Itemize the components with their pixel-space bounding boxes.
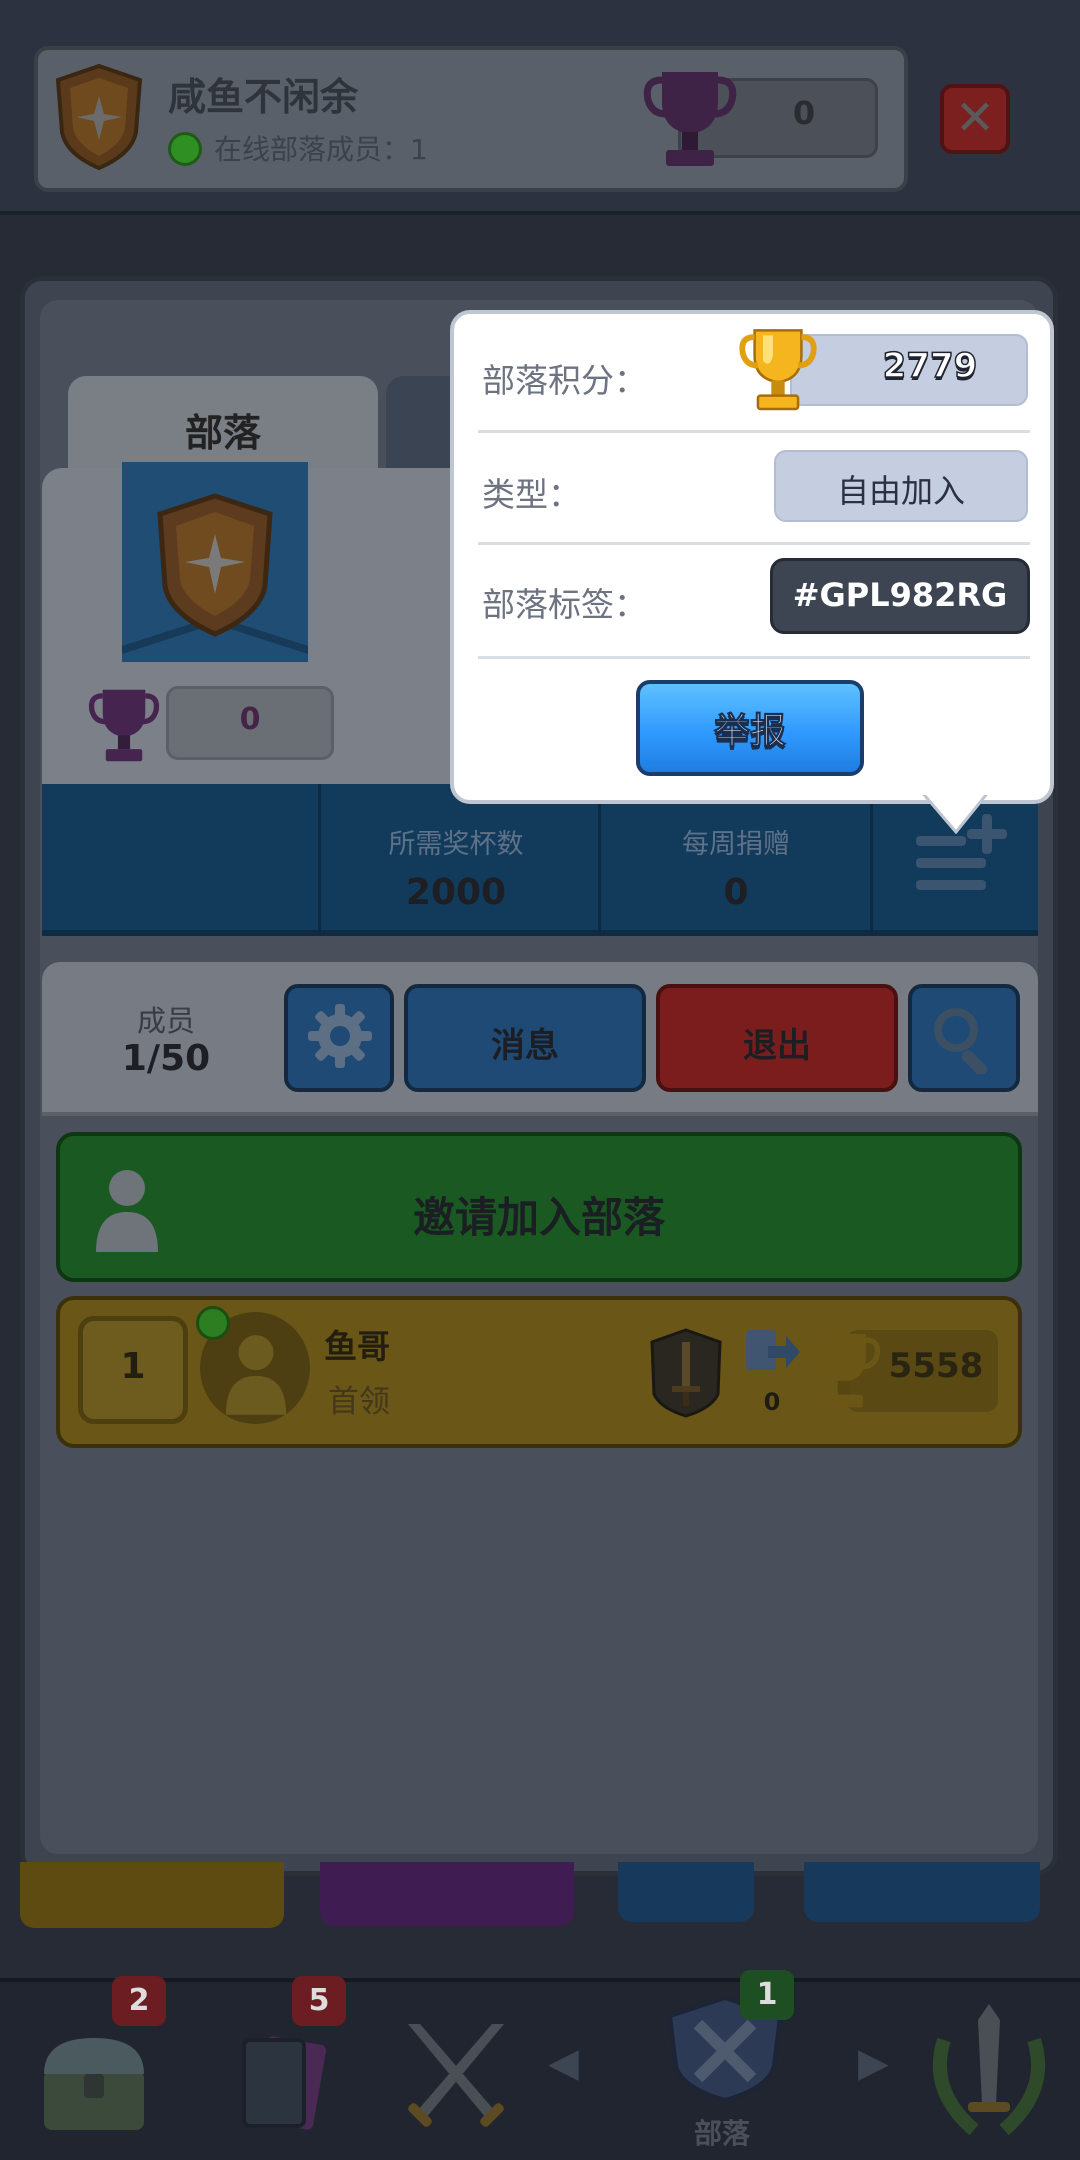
nav-battle[interactable] — [380, 1990, 530, 2156]
gold-trophy-icon — [807, 1333, 881, 1408]
clan-type-label: 类型： — [482, 475, 581, 514]
clan-badge: 1 — [740, 1970, 794, 2020]
sword-badge-icon — [650, 1328, 722, 1418]
clan-badge-icon — [157, 493, 273, 637]
online-status-dot — [168, 132, 202, 166]
shortcut-tab-blue[interactable] — [618, 1862, 754, 1922]
person-icon — [225, 1335, 287, 1415]
member-donations: 0 — [763, 1388, 781, 1416]
clan-score-value: 2779 — [882, 345, 978, 387]
shortcut-tab-blue[interactable] — [804, 1862, 1040, 1922]
members-label: 成员 — [136, 1004, 195, 1038]
popup-divider — [478, 430, 1030, 433]
popup-divider — [478, 656, 1030, 659]
required-trophies-value: 2000 — [405, 872, 507, 913]
laurel-sword-icon — [932, 2004, 1046, 2136]
shortcut-tab-purple[interactable] — [320, 1862, 574, 1926]
chevron-left-icon[interactable]: ◀ — [548, 2040, 579, 2086]
close-icon[interactable]: ✕ — [940, 84, 1010, 154]
tab-clan-label: 部落 — [184, 411, 261, 455]
required-trophies-label: 所需奖杯数 — [388, 829, 524, 860]
cards-icon — [242, 2036, 327, 2130]
member-online-dot — [196, 1306, 230, 1340]
online-members-label: 在线部落成员：1 — [214, 133, 428, 166]
popup-divider — [478, 542, 1030, 545]
clan-name: 咸鱼不闲余 — [168, 75, 359, 119]
clan-type-value: 自由加入 — [836, 472, 965, 510]
member-role: 首领 — [328, 1384, 390, 1420]
leave-button-label: 退出 — [743, 1026, 811, 1066]
shop-badge: 2 — [112, 1976, 166, 2026]
weekly-donations-value: 0 — [723, 872, 749, 913]
purple-trophy-icon — [88, 689, 160, 762]
shortcut-tab-yellow[interactable] — [20, 1862, 284, 1928]
chest-icon — [44, 2038, 144, 2130]
purple-trophy-icon — [643, 72, 737, 166]
nav-clan-label: 部落 — [693, 2117, 750, 2150]
gold-trophy-icon — [739, 329, 817, 411]
members-count: 1/50 — [121, 1038, 211, 1079]
nav-events[interactable] — [910, 1990, 1070, 2156]
report-button-label: 举报 — [713, 711, 786, 753]
search-icon — [934, 1008, 988, 1074]
gear-icon — [308, 1004, 372, 1068]
crossed-swords-icon — [408, 2024, 504, 2127]
member-trophies: 5558 — [888, 1346, 984, 1386]
clan-trophy-value: 0 — [239, 702, 261, 737]
message-button-label: 消息 — [491, 1026, 559, 1066]
weekly-donations-label: 每周捐赠 — [682, 829, 790, 860]
clan-emblem-icon — [55, 63, 143, 171]
invite-button-label: 邀请加入部落 — [412, 1193, 665, 1242]
clan-tag-value: #GPL982RG — [792, 576, 1008, 614]
clan-tag-label: 部落标签： — [482, 585, 647, 624]
cards-badge: 5 — [292, 1976, 346, 2026]
donate-cards-icon — [746, 1330, 800, 1370]
chevron-right-icon[interactable]: ▶ — [858, 2040, 889, 2086]
clan-score-label: 部落积分： — [482, 361, 647, 400]
header-trophy-value: 0 — [792, 94, 816, 132]
member-rank: 1 — [120, 1346, 146, 1387]
popup-pointer — [920, 790, 990, 834]
member-name: 鱼哥 — [324, 1327, 390, 1366]
